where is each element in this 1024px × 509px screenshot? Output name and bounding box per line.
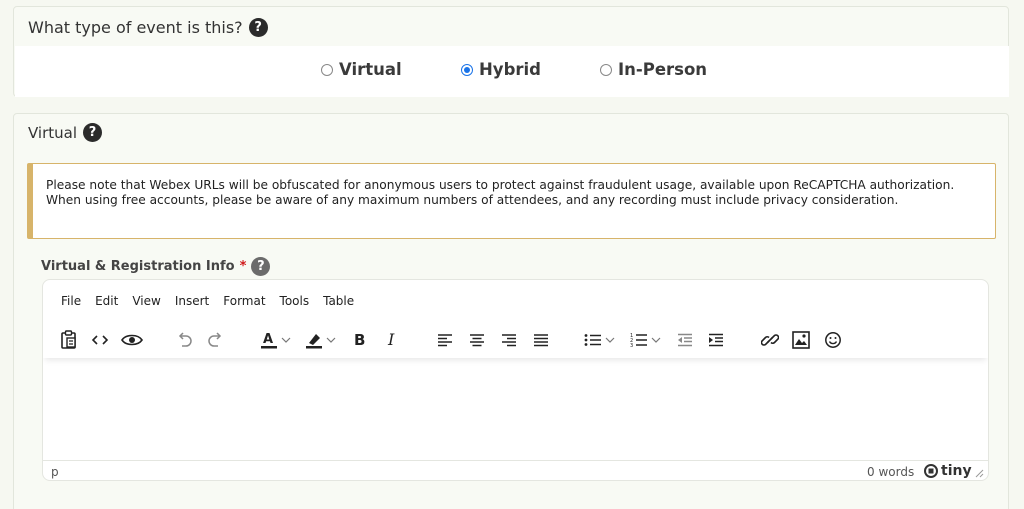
help-icon[interactable]: ? bbox=[248, 18, 268, 37]
radio-in-person[interactable]: In-Person bbox=[600, 60, 707, 79]
highlight-color-icon[interactable] bbox=[305, 330, 336, 350]
menu-format[interactable]: Format bbox=[223, 294, 265, 308]
radio-label: In-Person bbox=[618, 60, 708, 79]
svg-text:I: I bbox=[387, 332, 395, 348]
event-type-options: Virtual Hybrid In-Person bbox=[15, 46, 1009, 97]
source-code-icon[interactable] bbox=[91, 330, 109, 350]
outdent-icon[interactable] bbox=[677, 330, 693, 350]
element-path[interactable]: p bbox=[51, 465, 59, 479]
editor-toolbar: A B I 1 2 3 bbox=[43, 320, 988, 358]
bold-icon[interactable]: B bbox=[353, 330, 367, 350]
bullet-list-icon[interactable] bbox=[584, 330, 615, 350]
virtual-section: Virtual ? Please note that Webex URLs wi… bbox=[13, 113, 1009, 509]
editor-statusbar: p 0 words tiny bbox=[43, 460, 988, 480]
field-label-text: Virtual & Registration Info bbox=[41, 259, 235, 274]
resize-handle-icon[interactable] bbox=[974, 468, 984, 478]
italic-icon[interactable]: I bbox=[385, 330, 399, 350]
radio-circle[interactable] bbox=[461, 63, 473, 76]
help-icon[interactable]: ? bbox=[83, 123, 103, 142]
radio-label: Hybrid bbox=[479, 60, 541, 79]
radio-virtual[interactable]: Virtual bbox=[321, 60, 402, 79]
paste-icon[interactable] bbox=[60, 330, 78, 350]
svg-text:A: A bbox=[263, 332, 273, 347]
menu-view[interactable]: View bbox=[132, 294, 160, 308]
event-type-section: What type of event is this? ? Virtual Hy… bbox=[13, 6, 1009, 97]
image-icon[interactable] bbox=[792, 330, 810, 350]
emoji-icon[interactable] bbox=[824, 330, 842, 350]
text-color-icon[interactable]: A bbox=[260, 330, 291, 350]
virtual-registration-label: Virtual & Registration Info * ? bbox=[41, 257, 271, 276]
webex-notice: Please note that Webex URLs will be obfu… bbox=[27, 163, 996, 239]
rich-text-editor: File Edit View Insert Format Tools Table bbox=[42, 279, 989, 481]
radio-circle[interactable] bbox=[600, 63, 612, 76]
radio-label: Virtual bbox=[339, 60, 402, 79]
redo-icon[interactable] bbox=[207, 330, 225, 350]
menu-tools[interactable]: Tools bbox=[280, 294, 310, 308]
menu-table[interactable]: Table bbox=[323, 294, 354, 308]
tiny-logo-icon bbox=[924, 464, 938, 478]
numbered-list-icon[interactable]: 123 bbox=[630, 330, 661, 350]
event-type-header: What type of event is this? ? bbox=[28, 18, 268, 37]
undo-icon[interactable] bbox=[175, 330, 193, 350]
required-marker: * bbox=[239, 259, 247, 274]
svg-text:B: B bbox=[354, 332, 365, 348]
link-icon[interactable] bbox=[761, 330, 779, 350]
event-type-question: What type of event is this? bbox=[28, 18, 243, 37]
editor-menubar: File Edit View Insert Format Tools Table bbox=[61, 294, 368, 308]
menu-edit[interactable]: Edit bbox=[95, 294, 118, 308]
word-count[interactable]: 0 words bbox=[867, 465, 914, 479]
preview-eye-icon[interactable] bbox=[121, 330, 143, 350]
radio-hybrid[interactable]: Hybrid bbox=[461, 60, 541, 79]
chevron-down-icon bbox=[605, 337, 615, 343]
virtual-title: Virtual bbox=[28, 123, 78, 142]
indent-icon[interactable] bbox=[708, 330, 724, 350]
align-right-icon[interactable] bbox=[501, 330, 517, 350]
align-left-icon[interactable] bbox=[437, 330, 453, 350]
help-icon[interactable]: ? bbox=[251, 257, 271, 276]
tiny-logo[interactable]: tiny bbox=[924, 463, 972, 479]
svg-text:3: 3 bbox=[630, 343, 633, 348]
chevron-down-icon bbox=[281, 337, 291, 343]
chevron-down-icon bbox=[326, 337, 336, 343]
align-justify-icon[interactable] bbox=[533, 330, 549, 350]
menu-insert[interactable]: Insert bbox=[175, 294, 209, 308]
radio-circle[interactable] bbox=[321, 63, 333, 76]
menu-file[interactable]: File bbox=[61, 294, 81, 308]
virtual-header: Virtual ? bbox=[28, 123, 103, 142]
align-center-icon[interactable] bbox=[469, 330, 485, 350]
tiny-brand-text: tiny bbox=[941, 463, 972, 479]
chevron-down-icon bbox=[651, 337, 661, 343]
